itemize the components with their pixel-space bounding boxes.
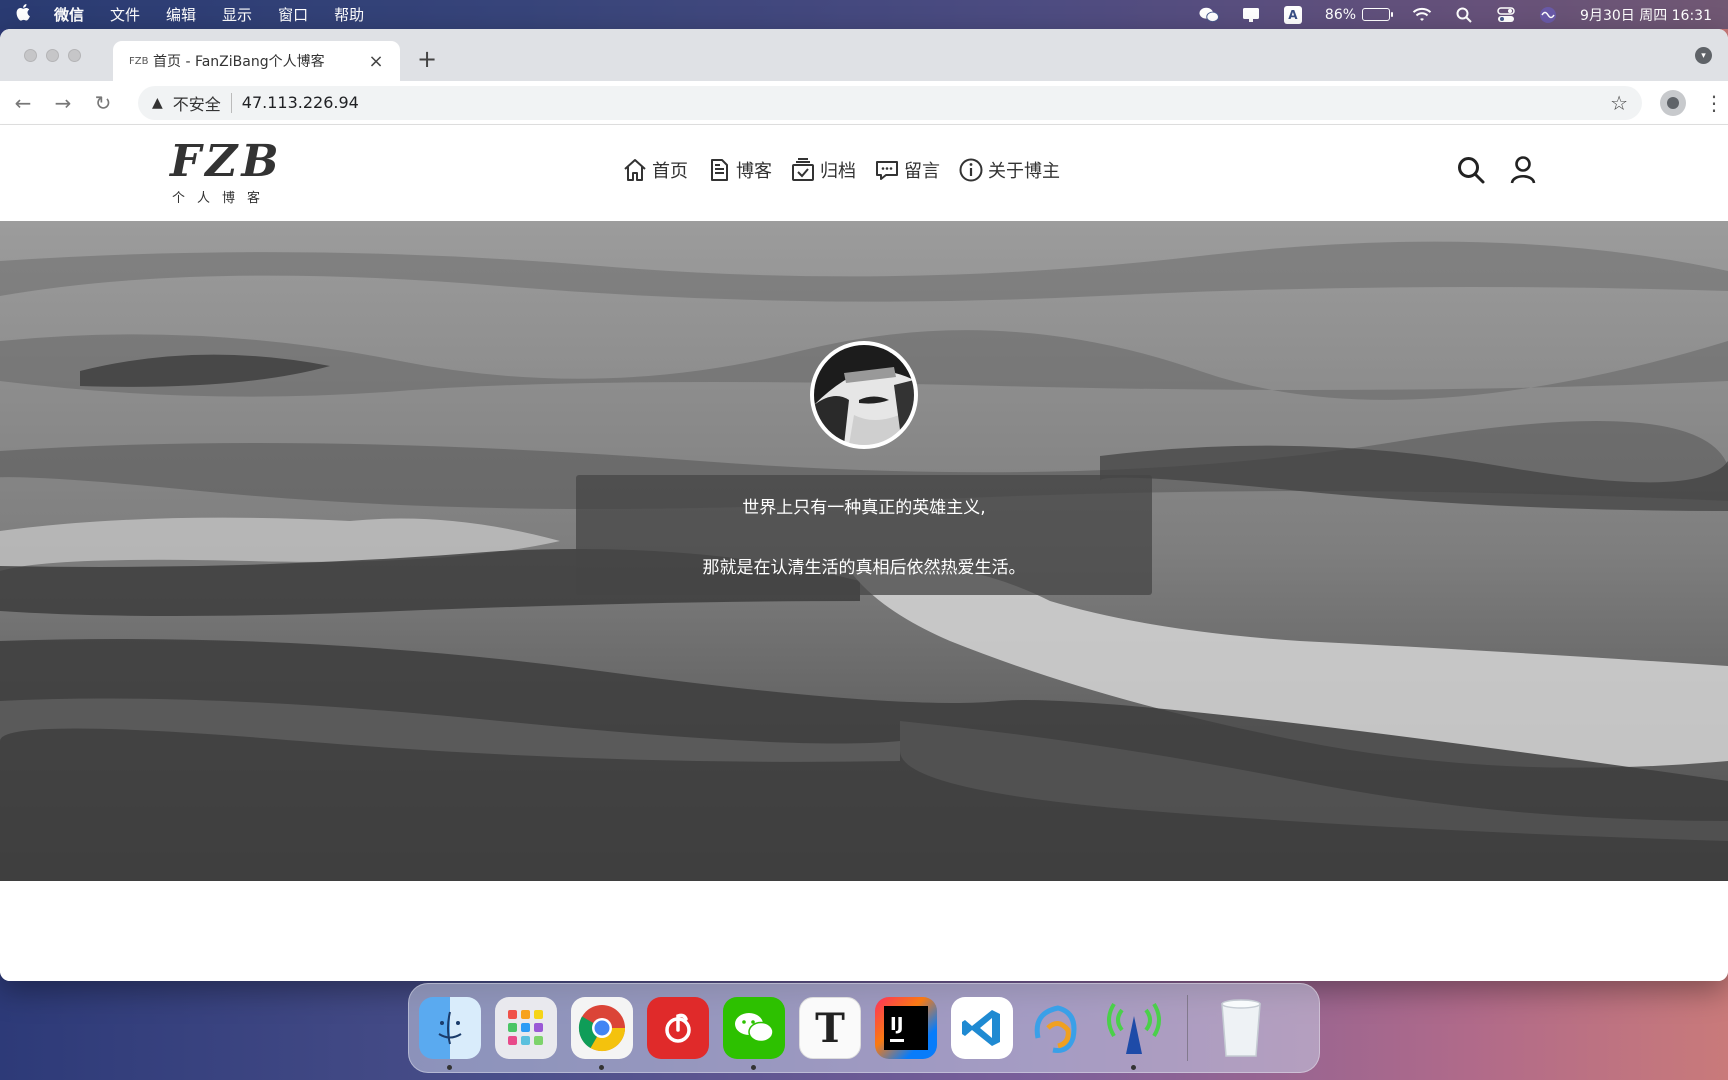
wechat-icon [735, 1013, 774, 1043]
network-radar-icon [1107, 1002, 1161, 1054]
info-icon [959, 158, 983, 182]
forward-icon[interactable]: → [52, 91, 74, 115]
dock-app-wechat[interactable] [723, 997, 785, 1070]
nav-label-message: 留言 [904, 161, 940, 182]
apple-icon[interactable] [16, 3, 44, 26]
menu-view[interactable]: 显示 [222, 4, 252, 25]
minimize-window-button[interactable] [46, 49, 59, 62]
nav-item-home[interactable]: 首页 [622, 157, 688, 183]
kuaitu-icon [1034, 1005, 1077, 1053]
menu-help[interactable]: 帮助 [334, 4, 364, 25]
menu-edit[interactable]: 编辑 [166, 4, 196, 25]
dock-app-vscode[interactable] [951, 997, 1013, 1059]
tab-search-icon[interactable]: ▾ [1695, 47, 1712, 64]
menubar-clock[interactable]: 9月30日 周四 16:31 [1580, 5, 1712, 25]
spotlight-search-icon[interactable] [1454, 6, 1474, 24]
browser-menu-icon[interactable]: ⋮ [1704, 91, 1724, 115]
chrome-icon [578, 1005, 626, 1052]
dock-app-kuaitu[interactable] [1027, 997, 1089, 1059]
tab-title: 首页 - FanZiBang个人博客 [153, 54, 325, 70]
trash-icon [1221, 999, 1261, 1057]
nav-label-blog: 博客 [736, 161, 772, 182]
input-source-letter: A [1283, 5, 1302, 24]
dock-app-finder[interactable] [419, 997, 481, 1070]
battery-percent: 86% [1324, 6, 1357, 23]
logo-subtitle: 个人博客 [172, 191, 273, 206]
site-logo[interactable]: FZB 个人博客 [170, 136, 283, 207]
warning-icon[interactable]: ▲ [152, 95, 163, 111]
nav-item-message[interactable]: 留言 [874, 157, 940, 183]
site-favicon: FZB [129, 55, 149, 67]
menu-bar: 微信 文件 编辑 显示 窗口 帮助 A 86% 9月30日 周四 16:31 [0, 0, 1728, 29]
nav-label-home: 首页 [652, 161, 688, 182]
dock-app-chrome[interactable] [571, 997, 633, 1070]
anime-avatar-image [814, 345, 914, 445]
message-icon [876, 161, 898, 180]
archive-icon [792, 158, 814, 181]
quote-box: 世界上只有一种真正的英雄主义, 那就是在认清生活的真相后依然热爱生活。 [576, 475, 1152, 595]
home-icon [624, 159, 646, 181]
dock-separator [1187, 995, 1188, 1061]
wechat-status-icon[interactable] [1199, 6, 1219, 24]
address-divider [230, 92, 232, 113]
bookmark-star-icon[interactable]: ☆ [1610, 91, 1628, 115]
browser-toolbar: ← → ↻ ▲ 不安全 47.113.226.94 ☆ ⋮ [0, 81, 1728, 125]
hero-banner: 世界上只有一种真正的英雄主义, 那就是在认清生活的真相后依然热爱生活。 [0, 221, 1728, 881]
typora-icon: T [815, 1004, 845, 1052]
search-icon[interactable] [1456, 155, 1486, 185]
user-icon[interactable] [1508, 155, 1538, 185]
address-bar[interactable]: ▲ 不安全 47.113.226.94 ☆ [138, 85, 1642, 120]
reload-icon[interactable]: ↻ [92, 91, 114, 115]
battery-indicator[interactable]: 86% [1324, 6, 1394, 23]
wifi-icon[interactable] [1412, 6, 1432, 24]
dock-app-intellij[interactable]: IJ [875, 997, 937, 1059]
dock: T IJ [408, 983, 1320, 1073]
browser-tab-active[interactable]: FZB 首页 - FanZiBang个人博客 × [113, 41, 400, 81]
blogger-avatar[interactable] [810, 341, 918, 449]
nav-item-about[interactable]: 关于博主 [958, 157, 1060, 183]
intellij-icon: IJ [884, 1006, 928, 1050]
quote-line-1: 世界上只有一种真正的英雄主义, [742, 498, 986, 518]
dock-app-netease-music[interactable] [647, 997, 709, 1059]
menu-window[interactable]: 窗口 [278, 4, 308, 25]
security-status[interactable]: 不安全 [173, 91, 221, 115]
back-icon[interactable]: ← [12, 91, 34, 115]
logo-text: FZB [170, 136, 283, 187]
nav-label-about: 关于博主 [988, 161, 1060, 182]
tab-strip: FZB 首页 - FanZiBang个人博客 × + ▾ [0, 29, 1728, 81]
dock-app-trash[interactable] [1210, 997, 1272, 1059]
profile-avatar-icon[interactable] [1660, 89, 1686, 116]
input-source-icon[interactable]: A [1283, 5, 1303, 24]
menu-file[interactable]: 文件 [110, 4, 140, 25]
site-navigation: 首页 博客 归档 留言 关于博主 [622, 157, 1060, 183]
dock-app-typora[interactable]: T [799, 997, 861, 1059]
vscode-icon [962, 1010, 1000, 1046]
finder-icon [438, 1011, 462, 1045]
page-content-area [0, 881, 1728, 981]
site-header: FZB 个人博客 首页 博客 归档 留言 关于博主 [0, 125, 1728, 221]
netease-music-icon [665, 1013, 691, 1043]
document-icon [711, 159, 728, 181]
header-actions [1456, 155, 1538, 185]
window-controls [24, 49, 81, 62]
url-text[interactable]: 47.113.226.94 [242, 93, 359, 112]
close-window-button[interactable] [24, 49, 37, 62]
browser-window: FZB 首页 - FanZiBang个人博客 × + ▾ ← → ↻ ▲ 不安全… [0, 29, 1728, 981]
siri-icon[interactable] [1538, 6, 1558, 24]
control-center-icon[interactable] [1496, 6, 1516, 24]
nav-item-archive[interactable]: 归档 [790, 157, 856, 183]
nav-item-blog[interactable]: 博客 [706, 157, 772, 183]
dock-app-launchpad[interactable] [495, 997, 557, 1059]
battery-icon [1362, 8, 1394, 21]
dock-app-network-radar[interactable] [1103, 997, 1165, 1070]
quote-line-2: 那就是在认清生活的真相后依然热爱生活。 [702, 558, 1026, 578]
close-tab-icon[interactable]: × [368, 51, 384, 72]
new-tab-button[interactable]: + [414, 45, 440, 73]
zoom-window-button[interactable] [68, 49, 81, 62]
launchpad-icon [508, 1010, 543, 1045]
nav-label-archive: 归档 [820, 161, 856, 182]
screen-share-icon[interactable] [1241, 6, 1261, 24]
menu-app-name[interactable]: 微信 [54, 4, 84, 25]
